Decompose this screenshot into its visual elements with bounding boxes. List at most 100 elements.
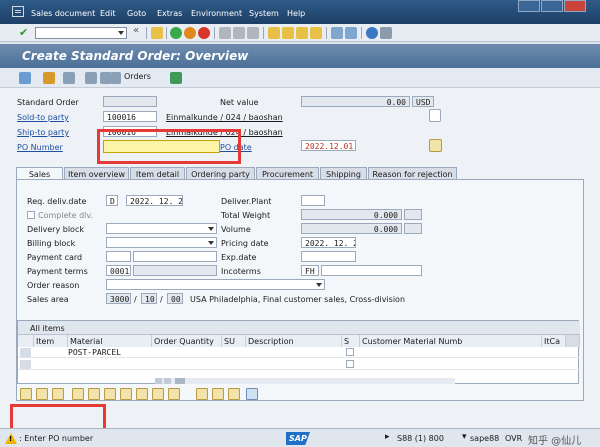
menu-goto[interactable]: Goto <box>127 9 146 18</box>
application-toolbar: Orders <box>0 68 600 88</box>
po-number-input[interactable] <box>103 140 220 153</box>
copy-item-icon[interactable] <box>104 388 116 400</box>
next-page-icon[interactable] <box>296 27 308 39</box>
sold-to-party-label[interactable]: Sold-to party <box>17 113 69 122</box>
payment-card-type-input[interactable] <box>106 251 131 262</box>
print-icon[interactable] <box>219 27 231 39</box>
po-number-label[interactable]: PO Number <box>17 143 63 152</box>
more-icon[interactable] <box>196 388 208 400</box>
maximize-button[interactable] <box>541 0 563 12</box>
business-partner-icon[interactable] <box>43 72 55 84</box>
exp-date-input[interactable] <box>301 251 356 262</box>
column-header[interactable]: Customer Material Numb <box>360 335 542 347</box>
close-button[interactable] <box>564 0 586 12</box>
header-output-icon[interactable] <box>85 72 97 84</box>
document-icon[interactable] <box>429 109 441 122</box>
payment-terms-input[interactable]: 0001 <box>106 265 131 276</box>
complete-dlv-checkbox[interactable] <box>27 211 35 219</box>
horizontal-scrollbar[interactable] <box>155 378 455 384</box>
menu-help[interactable]: Help <box>287 9 305 18</box>
enter-icon[interactable]: ✔ <box>19 26 28 39</box>
shortcut-icon[interactable] <box>345 27 357 39</box>
status-expand-icon[interactable]: ▸ <box>385 432 390 442</box>
minimize-button[interactable] <box>518 0 540 12</box>
column-header[interactable]: Material <box>68 335 152 347</box>
last-page-icon[interactable] <box>310 27 322 39</box>
sold-to-description: Einmalkunde / 024 / baoshan <box>166 113 283 122</box>
back-icon[interactable] <box>170 27 182 39</box>
pricing-icon[interactable] <box>246 388 258 400</box>
configuration-icon[interactable] <box>212 388 224 400</box>
exit-icon[interactable] <box>184 27 196 39</box>
display-doc-flow-icon[interactable] <box>19 72 31 84</box>
po-date-label[interactable]: PO date <box>220 143 252 152</box>
table-row[interactable] <box>18 359 580 370</box>
orders-button[interactable]: Orders <box>124 72 151 81</box>
schedule-lines-icon[interactable] <box>228 388 240 400</box>
req-deliv-date-input[interactable]: 2022. 12. 27 <box>126 195 183 206</box>
pricing-date-input[interactable]: 2022. 12. 26 <box>301 237 356 248</box>
previous-page-icon[interactable] <box>282 27 294 39</box>
help-icon[interactable] <box>366 27 378 39</box>
delete-item-icon[interactable] <box>72 388 84 400</box>
deliver-plant-input[interactable] <box>301 195 325 206</box>
layout-icon[interactable] <box>380 27 392 39</box>
menu-system[interactable]: System <box>249 9 279 18</box>
material-cell[interactable]: POST-PARCEL <box>68 348 121 357</box>
column-header[interactable]: Order Quantity <box>152 335 222 347</box>
status-bar: : Enter PO number SAP ▸ S88 (1) 800 ▾ sa… <box>0 428 600 447</box>
header-icon[interactable] <box>63 72 75 84</box>
weight-unit-field <box>404 209 422 220</box>
payment-card-label: Payment card <box>27 253 83 262</box>
insert-item-icon[interactable] <box>88 388 100 400</box>
billing-block-select[interactable] <box>106 237 217 248</box>
expand-icon[interactable]: « <box>133 25 139 36</box>
row-selector-header[interactable] <box>18 335 34 347</box>
find-icon[interactable] <box>233 27 245 39</box>
standard-order-field[interactable] <box>103 96 157 107</box>
sort-ascending-icon[interactable] <box>120 388 132 400</box>
status-checkbox[interactable] <box>346 348 354 356</box>
ship-to-party-label[interactable]: Ship-to party <box>17 128 69 137</box>
sold-to-party-input[interactable]: 100016 <box>103 111 157 122</box>
payment-card-input[interactable] <box>133 251 217 262</box>
cancel-icon[interactable] <box>198 27 210 39</box>
menu-edit[interactable]: Edit <box>100 9 116 18</box>
column-header[interactable]: S <box>342 335 360 347</box>
menu-extras[interactable]: Extras <box>157 9 182 18</box>
status-message[interactable]: : Enter PO number <box>19 434 93 443</box>
command-field[interactable] <box>35 27 127 39</box>
ship-to-party-input[interactable]: 100016 <box>103 126 157 137</box>
incoterms-location-input[interactable] <box>321 265 422 276</box>
req-deliv-type-input[interactable]: D <box>106 195 118 206</box>
column-header[interactable]: Description <box>246 335 342 347</box>
column-header[interactable]: ItCa <box>542 335 566 347</box>
find-next-icon[interactable] <box>247 27 259 39</box>
column-header[interactable]: Item <box>34 335 68 347</box>
first-page-icon[interactable] <box>268 27 280 39</box>
column-settings-icon[interactable] <box>566 335 580 347</box>
menu-environment[interactable]: Environment <box>191 9 242 18</box>
sap-menu-icon[interactable] <box>12 6 24 17</box>
incoterms-input[interactable]: FH <box>301 265 319 276</box>
sort-descending-icon[interactable] <box>136 388 148 400</box>
select-all-icon[interactable] <box>36 388 48 400</box>
item-detail-icon[interactable] <box>20 388 32 400</box>
conditions-icon[interactable] <box>170 72 182 84</box>
status-dropdown-icon[interactable]: ▾ <box>462 432 467 442</box>
filter-icon[interactable] <box>152 388 164 400</box>
status-checkbox[interactable] <box>346 360 354 368</box>
table-row[interactable]: POST-PARCEL <box>18 347 580 358</box>
calendar-icon[interactable] <box>429 139 442 152</box>
new-session-icon[interactable] <box>331 27 343 39</box>
po-date-input[interactable]: 2022.12.01 <box>301 140 356 151</box>
deliver-plant-label: Deliver.Plant <box>221 197 272 206</box>
menu-sales-document[interactable]: Sales document <box>31 9 95 18</box>
order-reason-select[interactable] <box>106 279 325 290</box>
save-icon[interactable] <box>151 27 163 39</box>
deselect-all-icon[interactable] <box>52 388 64 400</box>
column-header[interactable]: SU <box>222 335 246 347</box>
split-item-icon[interactable] <box>168 388 180 400</box>
delivery-block-select[interactable] <box>106 223 217 234</box>
server-info: sape88 <box>470 434 500 443</box>
